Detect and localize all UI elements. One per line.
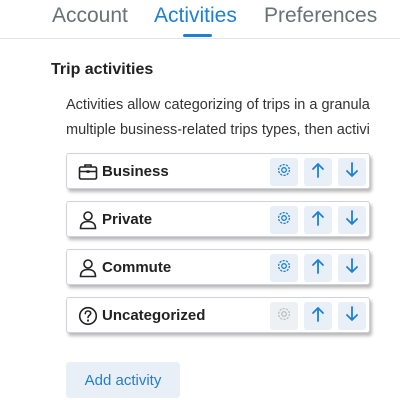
activity-label: Commute xyxy=(102,259,172,276)
tab-activities[interactable]: Activities xyxy=(154,4,237,28)
activity-label: Business xyxy=(102,163,169,180)
activity-label: Uncategorized xyxy=(102,307,206,324)
question-circle-icon xyxy=(78,306,98,326)
activity-card-business: Business xyxy=(66,153,370,189)
settings-button-disabled xyxy=(270,302,298,330)
arrow-down-icon xyxy=(345,209,359,231)
settings-button[interactable] xyxy=(270,158,298,186)
tab-account[interactable]: Account xyxy=(52,4,128,28)
move-down-button[interactable] xyxy=(338,206,366,234)
tab-preferences[interactable]: Preferences xyxy=(264,4,377,28)
move-down-button[interactable] xyxy=(338,158,366,186)
description-line: Activities allow categorizing of trips i… xyxy=(66,97,370,113)
gear-icon xyxy=(276,210,292,231)
arrow-down-icon xyxy=(345,257,359,279)
move-down-button[interactable] xyxy=(338,254,366,282)
active-tab-indicator xyxy=(183,34,212,37)
activity-card-uncategorized: Uncategorized xyxy=(66,297,370,333)
activity-label: Private xyxy=(102,211,153,228)
move-down-button[interactable] xyxy=(338,302,366,330)
activity-card-private: Private xyxy=(66,201,370,237)
arrow-up-icon xyxy=(311,306,325,327)
tab-bar: Account Activities Preferences xyxy=(0,0,400,39)
gear-icon xyxy=(276,162,292,183)
section-title: Trip activities xyxy=(51,61,154,78)
arrow-down-icon xyxy=(345,161,359,183)
description-line: multiple business-related trips types, t… xyxy=(66,122,370,138)
add-activity-button[interactable]: Add activity xyxy=(66,362,180,398)
settings-button[interactable] xyxy=(270,206,298,234)
settings-button[interactable] xyxy=(270,254,298,282)
move-up-button[interactable] xyxy=(304,254,332,282)
arrow-up-icon xyxy=(311,258,325,279)
move-up-button[interactable] xyxy=(304,302,332,330)
arrow-down-icon xyxy=(345,305,359,327)
section-description: Activities allow categorizing of trips i… xyxy=(66,93,370,143)
move-up-button[interactable] xyxy=(304,206,332,234)
person-icon xyxy=(78,258,98,278)
gear-icon xyxy=(276,258,292,279)
arrow-up-icon xyxy=(311,210,325,231)
gear-icon xyxy=(276,306,292,327)
arrow-up-icon xyxy=(311,162,325,183)
briefcase-icon xyxy=(78,162,98,182)
activity-card-commute: Commute xyxy=(66,249,370,285)
move-up-button[interactable] xyxy=(304,158,332,186)
person-icon xyxy=(78,210,98,230)
